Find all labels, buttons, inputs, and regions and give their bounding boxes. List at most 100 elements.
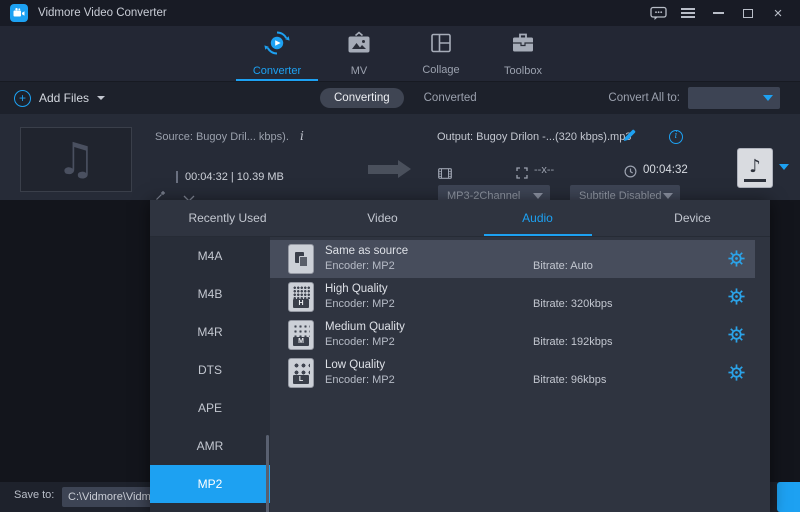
sidebar-item-dts[interactable]: DTS — [150, 351, 270, 389]
preset-title: Same as source — [325, 245, 408, 257]
resolution-value: --x-- — [534, 164, 554, 176]
menu-icon[interactable] — [676, 3, 700, 23]
preset-list: Same as source Encoder: MP2 Bitrate: Aut… — [270, 237, 770, 512]
chevron-down-icon — [763, 95, 773, 101]
source-filename: Source: Bugoy Dril... kbps). — [155, 131, 289, 143]
preset-encoder: Encoder: MP2 — [325, 298, 395, 310]
format-sidebar: M4A M4B M4R DTS APE AMR MP2 — [150, 237, 270, 512]
resolution-icon — [516, 166, 528, 184]
copy-icon — [288, 244, 314, 274]
sidebar-item-ape[interactable]: APE — [150, 389, 270, 427]
preset-bitrate: Bitrate: 192kbps — [533, 336, 613, 348]
gear-icon[interactable] — [728, 250, 745, 267]
tab-mv-label: MV — [351, 65, 368, 77]
tab-device-label: Device — [674, 211, 711, 225]
chevron-down-icon — [533, 193, 543, 199]
preset-row-same-as-source[interactable]: Same as source Encoder: MP2 Bitrate: Aut… — [270, 240, 755, 278]
queue-tabs: Converting Converted — [320, 82, 477, 114]
add-files-label: Add Files — [39, 91, 89, 105]
tab-converting[interactable]: Converting — [320, 88, 404, 108]
output-format-button[interactable]: ♪ — [737, 148, 773, 188]
tab-collage-label: Collage — [422, 64, 459, 76]
tab-converter[interactable]: Converter — [236, 26, 318, 81]
sidebar-item-m4a[interactable]: M4A — [150, 237, 270, 275]
add-files-caret-icon[interactable] — [97, 96, 105, 100]
main-nav: Converter MV Collage Toolbox — [0, 26, 800, 82]
preset-title: Low Quality — [325, 359, 385, 371]
preset-encoder: Encoder: MP2 — [325, 336, 395, 348]
titlebar: Vidmore Video Converter × — [0, 0, 800, 26]
medium-quality-icon: M — [288, 320, 314, 350]
format-caret-icon[interactable] — [779, 164, 789, 170]
minimize-button[interactable] — [706, 3, 730, 23]
clock-icon — [624, 165, 637, 183]
add-files-button[interactable]: + Add Files — [14, 82, 105, 114]
tab-converter-label: Converter — [253, 65, 301, 77]
tab-recently-used-label: Recently Used — [188, 211, 266, 225]
collage-icon — [429, 31, 453, 60]
tab-audio-label: Audio — [522, 211, 553, 225]
file-thumbnail: ♫ — [20, 127, 132, 192]
convert-all-button[interactable] — [777, 482, 800, 512]
window-controls: × — [646, 3, 790, 23]
output-filename: Output: Bugoy Drilon -...(320 kbps).mp3 — [437, 131, 631, 143]
tab-device[interactable]: Device — [615, 200, 770, 236]
tab-converted[interactable]: Converted — [424, 92, 477, 104]
format-bar — [744, 179, 766, 182]
edit-name-icon[interactable] — [623, 129, 636, 147]
convert-arrow-icon — [368, 165, 398, 174]
converter-icon — [264, 30, 290, 61]
popup-tabs: Recently Used Video Audio Device — [150, 200, 770, 237]
convert-all-group: Convert All to: — [608, 82, 780, 114]
preset-bitrate: Bitrate: 320kbps — [533, 298, 613, 310]
preset-title: Medium Quality — [325, 321, 405, 333]
active-tab-underline — [236, 79, 318, 81]
low-quality-icon: L — [288, 358, 314, 388]
output-duration: 00:04:32 — [643, 164, 688, 176]
app-logo-icon — [10, 4, 28, 22]
tab-video-label: Video — [367, 211, 397, 225]
preset-row-low-quality[interactable]: L Low Quality Encoder: MP2 Bitrate: 96kb… — [270, 354, 755, 392]
source-info-icon[interactable]: i — [300, 129, 304, 143]
app-window: Vidmore Video Converter × Converter — [0, 0, 800, 512]
source-duration-size: 00:04:32 | 10.39 MB — [176, 171, 284, 183]
active-tab-underline — [484, 234, 592, 236]
music-note-icon: ♪ — [749, 156, 761, 177]
tab-mv[interactable]: MV — [318, 26, 400, 81]
output-info-icon[interactable]: i — [669, 130, 683, 144]
gear-icon[interactable] — [728, 326, 745, 343]
format-popup: Recently Used Video Audio Device M4A M4B… — [150, 200, 770, 512]
sidebar-scrollbar[interactable] — [266, 435, 269, 512]
preset-bitrate: Bitrate: Auto — [533, 260, 593, 272]
toolbar: + Add Files Converting Converted Convert… — [0, 82, 800, 114]
app-title: Vidmore Video Converter — [38, 7, 167, 19]
gear-icon[interactable] — [728, 288, 745, 305]
high-quality-icon: H — [288, 282, 314, 312]
tab-audio[interactable]: Audio — [460, 200, 615, 236]
maximize-button[interactable] — [736, 3, 760, 23]
tab-collage[interactable]: Collage — [400, 26, 482, 81]
film-icon — [438, 166, 452, 184]
sidebar-item-m4r[interactable]: M4R — [150, 313, 270, 351]
convert-all-select[interactable] — [688, 87, 780, 109]
close-button[interactable]: × — [766, 3, 790, 23]
sidebar-item-amr[interactable]: AMR — [150, 427, 270, 465]
feedback-icon[interactable] — [646, 3, 670, 23]
preset-title: High Quality — [325, 283, 388, 295]
tab-toolbox-label: Toolbox — [504, 65, 542, 77]
tab-video[interactable]: Video — [305, 200, 460, 236]
preset-encoder: Encoder: MP2 — [325, 374, 395, 386]
mv-icon — [346, 31, 372, 61]
toolbox-icon — [510, 31, 536, 61]
tab-recently-used[interactable]: Recently Used — [150, 200, 305, 236]
preset-row-medium-quality[interactable]: M Medium Quality Encoder: MP2 Bitrate: 1… — [270, 316, 755, 354]
add-icon: + — [14, 90, 31, 107]
save-to-label: Save to: — [14, 489, 54, 501]
sidebar-item-mp2[interactable]: MP2 — [150, 465, 270, 503]
preset-bitrate: Bitrate: 96kbps — [533, 374, 606, 386]
preset-row-high-quality[interactable]: H High Quality Encoder: MP2 Bitrate: 320… — [270, 278, 755, 316]
convert-all-label: Convert All to: — [608, 92, 680, 104]
tab-toolbox[interactable]: Toolbox — [482, 26, 564, 81]
gear-icon[interactable] — [728, 364, 745, 381]
sidebar-item-m4b[interactable]: M4B — [150, 275, 270, 313]
